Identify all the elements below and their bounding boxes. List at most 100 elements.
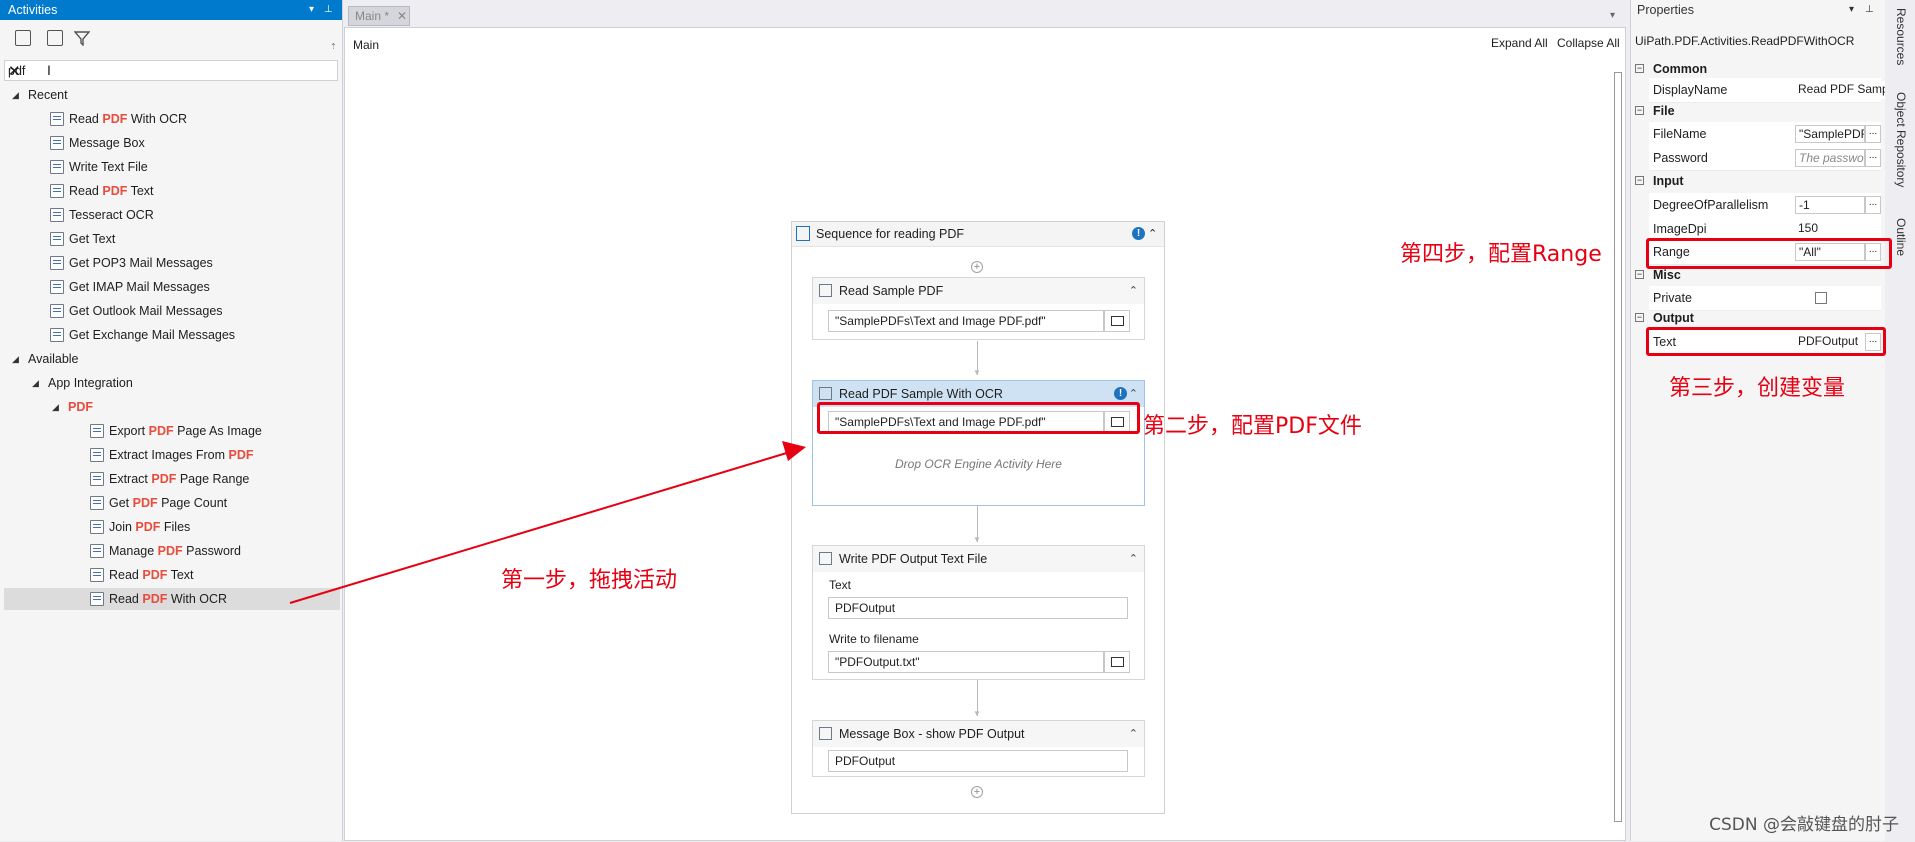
activity-list-item[interactable]: Get Exchange Mail Messages: [50, 324, 235, 346]
activity-list-item[interactable]: Read PDF Text: [50, 180, 154, 202]
close-tab-icon[interactable]: ✕: [397, 7, 407, 25]
activity-icon: [50, 280, 64, 294]
collapse-icon[interactable]: ⌃: [1129, 278, 1138, 304]
message-text-input[interactable]: PDFOutput: [828, 750, 1128, 772]
collapse-all-icon[interactable]: [47, 30, 63, 46]
info-icon[interactable]: !: [1132, 227, 1145, 240]
activities-title: Activities: [8, 3, 58, 17]
scrollbar-thumb[interactable]: [1614, 72, 1622, 822]
activity-header: Message Box - show PDF Output ⌃: [813, 721, 1144, 747]
clear-search-icon[interactable]: ✕: [8, 62, 333, 80]
activity-label-post: Text: [127, 184, 154, 198]
activities-search-input[interactable]: pdf ✕: [4, 60, 338, 81]
collapse-icon[interactable]: ⌃: [1129, 546, 1138, 572]
category-output[interactable]: − Output: [1631, 308, 1885, 328]
activity-label-pre: Get Text: [69, 232, 116, 246]
panel-menu-icon[interactable]: ▾: [309, 0, 314, 20]
expand-triangle-icon[interactable]: ◢: [52, 402, 59, 413]
folder-browse-icon[interactable]: [1104, 651, 1130, 673]
activity-list-item[interactable]: Extract Images From PDF: [90, 444, 253, 466]
ellipsis-button[interactable]: ...: [1865, 149, 1881, 167]
side-tab-object-repository[interactable]: Object Repository: [1894, 92, 1908, 187]
expand-triangle-icon[interactable]: ◢: [12, 90, 19, 101]
activity-list-item[interactable]: Read PDF Text: [90, 564, 194, 586]
filter-icon[interactable]: [74, 30, 90, 46]
activity-list-item[interactable]: Read PDF With OCR: [90, 588, 227, 610]
activity-list-item[interactable]: Export PDF Page As Image: [90, 420, 262, 442]
activity-list-item[interactable]: Get Outlook Mail Messages: [50, 300, 223, 322]
tree-section-app-integration[interactable]: App Integration: [48, 372, 133, 394]
expand-all-link[interactable]: Expand All: [1491, 36, 1548, 50]
arrow-down-icon: ▼: [973, 709, 981, 718]
activity-label-pre: Read: [69, 112, 103, 126]
prop-display-name[interactable]: DisplayName Read PDF Sample: [1649, 78, 1885, 103]
expand-all-icon[interactable]: [15, 30, 31, 46]
activity-label-post: Password: [182, 544, 242, 558]
breadcrumb[interactable]: Main: [353, 38, 379, 52]
private-checkbox[interactable]: [1815, 292, 1827, 304]
tree-section-pdf[interactable]: PDF: [68, 396, 93, 418]
activity-list-item[interactable]: Extract PDF Page Range: [90, 468, 249, 490]
tree-section-recent[interactable]: Recent: [28, 84, 68, 106]
prop-degree-of-parallelism[interactable]: DegreeOfParallelism -1 ...: [1649, 193, 1881, 218]
activity-list-item[interactable]: Get Text: [50, 228, 115, 250]
activity-label-hl: PDF: [148, 424, 174, 438]
activity-list-item[interactable]: Manage PDF Password: [90, 540, 241, 562]
pin-icon[interactable]: ⊥: [1865, 0, 1874, 20]
activity-list-item[interactable]: Message Box: [50, 132, 145, 154]
prop-file-name[interactable]: FileName "SamplePDF ...: [1649, 122, 1881, 147]
tree-section-available[interactable]: Available: [28, 348, 79, 370]
tab-main[interactable]: Main * ✕: [348, 6, 410, 26]
activity-list-item[interactable]: Get IMAP Mail Messages: [50, 276, 210, 298]
side-tab-outline[interactable]: Outline: [1894, 218, 1908, 256]
activity-label-pre: Manage: [109, 544, 158, 558]
pin-icon[interactable]: ⊥: [324, 0, 333, 20]
collapse-all-link[interactable]: Collapse All: [1557, 36, 1620, 50]
activity-label-pre: Extract: [109, 472, 152, 486]
sequence-title: Sequence for reading PDF: [816, 227, 965, 241]
activity-label-pre: Get Exchange Mail Messages: [69, 328, 236, 342]
activity-label-post: Text: [167, 568, 194, 582]
annotation-box-text-output: [1646, 327, 1886, 356]
text-input[interactable]: PDFOutput: [828, 597, 1128, 619]
activity-list-item[interactable]: Join PDF Files: [90, 516, 190, 538]
activity-list-item[interactable]: Write Text File: [50, 156, 148, 178]
drop-ocr-hint[interactable]: Drop OCR Engine Activity Here: [813, 457, 1144, 471]
add-activity-icon[interactable]: +: [971, 786, 983, 798]
tab-dropdown-icon[interactable]: ▾: [1610, 10, 1615, 21]
side-tab-resources[interactable]: Resources: [1894, 8, 1908, 65]
activity-title: Message Box - show PDF Output: [839, 727, 1025, 741]
activity-label-hl: PDF: [157, 544, 183, 558]
watermark: CSDN @会敲键盘的肘子: [1709, 815, 1899, 835]
add-activity-icon[interactable]: +: [971, 261, 983, 273]
sequence-icon: [796, 226, 810, 241]
warning-info-icon[interactable]: !: [1114, 387, 1127, 400]
activity-list-item[interactable]: Get POP3 Mail Messages: [50, 252, 213, 274]
category-input[interactable]: − Input: [1631, 171, 1885, 191]
designer-scrollbar[interactable]: [1613, 60, 1623, 842]
category-common[interactable]: − Common: [1631, 59, 1885, 79]
file-path-input[interactable]: "SamplePDFs\Text and Image PDF.pdf": [828, 310, 1104, 332]
activity-list-item[interactable]: Read PDF With OCR: [50, 108, 187, 130]
category-file[interactable]: − File: [1631, 101, 1885, 121]
collapse-icon[interactable]: ⌃: [1129, 721, 1138, 747]
prop-password[interactable]: Password The passwo ...: [1649, 146, 1881, 171]
scroll-up-icon[interactable]: ⇡: [330, 42, 337, 51]
message-box-icon: [819, 727, 832, 740]
activity-label-post: With OCR: [167, 592, 228, 606]
activity-label-pre: Message Box: [69, 136, 145, 150]
expand-triangle-icon[interactable]: ◢: [32, 378, 39, 389]
folder-browse-icon[interactable]: [1104, 310, 1130, 332]
write-file-icon: [819, 552, 832, 565]
ellipsis-button[interactable]: ...: [1865, 196, 1881, 214]
collapse-icon[interactable]: ⌃: [1148, 222, 1157, 246]
ellipsis-button[interactable]: ...: [1865, 125, 1881, 143]
activity-list-item[interactable]: Get PDF Page Count: [90, 492, 227, 514]
text-cursor-icon: I: [47, 62, 51, 78]
activity-read-pdf-with-ocr[interactable]: Read PDF Sample With OCR ! ⌃ Drop OCR En…: [812, 380, 1145, 506]
panel-menu-icon[interactable]: ▾: [1849, 0, 1854, 20]
filename-input[interactable]: "PDFOutput.txt": [828, 651, 1104, 673]
expand-triangle-icon[interactable]: ◢: [12, 354, 19, 365]
activity-list-item[interactable]: Tesseract OCR: [50, 204, 154, 226]
activity-icon: [90, 520, 104, 534]
